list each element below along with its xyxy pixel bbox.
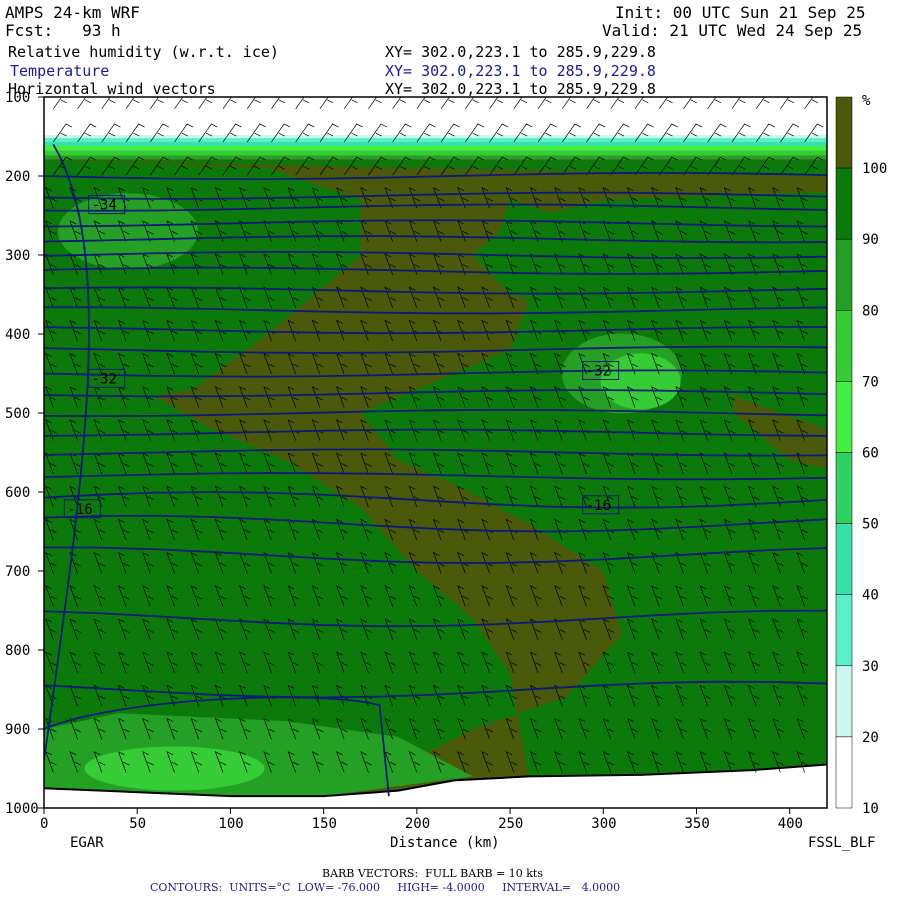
contour-legend: CONTOURS: UNITS=°C LOW= -76.000 HIGH= -4… (150, 881, 621, 894)
y-tick-label: 200 (5, 169, 30, 185)
rh-pocket-80-upper-left (57, 193, 198, 270)
colorbar-level-label: 80 (862, 303, 879, 319)
temp-contour-label: -16 (586, 498, 611, 514)
temp-contour-label: -32 (586, 364, 611, 380)
colorbar-segment (835, 523, 853, 595)
x-tick-label: 400 (778, 816, 803, 832)
colorbar-segment (835, 310, 853, 382)
colorbar-level-label: 70 (862, 374, 879, 390)
y-tick-label: 300 (5, 248, 30, 264)
y-tick-label: 800 (5, 643, 30, 659)
y-tick-label: 700 (5, 564, 30, 580)
colorbar-level-label: 90 (862, 232, 879, 248)
y-tick-label: 600 (5, 485, 30, 501)
colorbar-segment (835, 665, 853, 738)
cross-section-chart: -34-32 -32-16 -161002003004005006007008009… (5, 90, 887, 851)
colorbar-segment (835, 736, 853, 809)
x-axis-label: Distance (km) (390, 835, 500, 851)
colorbar-segment (835, 381, 853, 453)
x-end-label: FSSL_BLF (808, 835, 875, 851)
colorbar-segment (835, 452, 853, 524)
y-tick-label: 900 (5, 722, 30, 738)
colorbar-level-label: 100 (862, 161, 887, 177)
colorbar-segment (835, 96, 853, 169)
x-tick-label: 200 (405, 816, 430, 832)
rh-pocket-70-lower-left (84, 746, 265, 791)
temp-contour-label: -34 (92, 198, 117, 214)
barb-legend: BARB VECTORS: FULL BARB = 10 kts (322, 867, 543, 880)
colorbar-level-label: 20 (862, 730, 879, 746)
y-tick-label: 100 (5, 90, 30, 106)
colorbar-segment (835, 594, 853, 667)
y-tick-label: 1000 (5, 801, 39, 817)
plot-area (44, 97, 827, 808)
x-tick-label: 0 (40, 816, 48, 832)
colorbar-level-label: 40 (862, 588, 879, 604)
colorbar-level-label: 10 (862, 801, 879, 817)
rh-band-70 (44, 150, 827, 156)
colorbar-level-label: 30 (862, 659, 879, 675)
colorbar-unit: % (862, 93, 871, 109)
colorbar-level-label: 50 (862, 517, 879, 533)
colorbar-segment (835, 238, 853, 311)
x-tick-label: 100 (218, 816, 243, 832)
temp-contour-label: -16 (67, 502, 92, 518)
temp-contour-label: -32 (92, 371, 117, 387)
x-tick-label: 150 (312, 816, 337, 832)
y-tick-label: 400 (5, 327, 30, 343)
colorbar-segment (835, 167, 853, 240)
rh-band-60 (44, 145, 827, 151)
x-tick-label: 300 (591, 816, 616, 832)
y-tick-label: 500 (5, 406, 30, 422)
colorbar-level-label: 60 (862, 446, 879, 462)
x-tick-label: 350 (685, 816, 710, 832)
x-tick-label: 50 (129, 816, 146, 832)
rh-top-band (44, 97, 827, 137)
x-tick-label: 250 (498, 816, 523, 832)
x-start-label: EGAR (70, 835, 104, 851)
